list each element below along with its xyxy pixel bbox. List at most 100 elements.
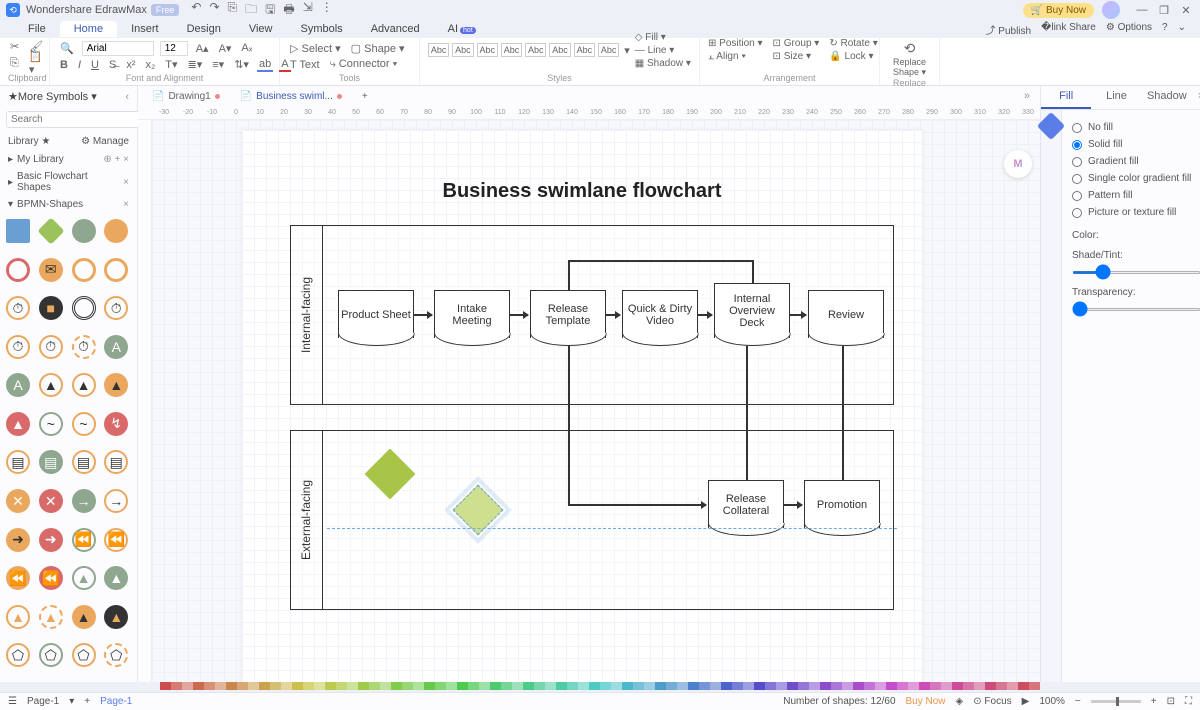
box-intake-meeting[interactable]: Intake Meeting [434,290,510,338]
buy-now-button[interactable]: 🛒 Buy Now [1023,3,1094,18]
maximize-icon[interactable]: ❐ [1156,4,1172,17]
superscript-icon[interactable]: x² [124,59,137,71]
search-font-icon[interactable]: 🔍 [58,42,76,55]
line-dropdown[interactable]: — Line ▾ [635,45,691,56]
connector[interactable] [568,504,706,506]
transparency-slider[interactable] [1072,308,1200,311]
shape-s[interactable]: ▤ [72,450,96,474]
box-release-template[interactable]: Release Template [530,290,606,338]
publish-link[interactable]: ⤴ Publish [986,22,1032,37]
connector[interactable] [568,260,570,290]
menu-symbols[interactable]: Symbols [287,21,357,37]
shape-w[interactable]: → [72,489,96,513]
presentation-icon[interactable]: ▶ [1022,696,1030,707]
box-promotion[interactable]: Promotion [804,480,880,528]
shape-ah[interactable]: ▲ [39,605,63,629]
fill-dropdown[interactable]: ◇ Fill ▾ [635,32,691,43]
shape-fill-tool-icon[interactable] [1037,112,1065,140]
shape-task[interactable]: ✉ [39,258,63,282]
box-quick-dirty[interactable]: Quick & Dirty Video [622,290,698,338]
page[interactable]: Business swimlane flowchart Internal-fac… [242,130,922,682]
shape-q[interactable]: ▤ [6,450,30,474]
bullets-icon[interactable]: ≣▾ [186,58,205,71]
shadow-dropdown[interactable]: ▦ Shadow ▾ [635,58,691,69]
close-icon[interactable]: ✕ [1178,4,1194,17]
font-size-select[interactable] [160,41,188,56]
shape-rect[interactable] [6,219,30,243]
shape-i[interactable]: A [6,373,30,397]
zoom-in-icon[interactable]: + [1151,696,1157,707]
page-list-icon[interactable]: ☰ [8,696,17,707]
help-icon[interactable]: ? [1162,22,1168,37]
tab-shadow[interactable]: Shadow [1142,86,1192,109]
tab-line[interactable]: Line [1091,86,1141,109]
zoom-value[interactable]: 100% [1039,696,1065,707]
style-preset[interactable]: Abc [428,43,449,57]
shape-d[interactable]: ⏱ [104,296,128,320]
opt-gradient-fill[interactable]: Gradient fill [1072,156,1200,167]
replace-shape-icon[interactable]: ⟲ [902,40,918,57]
shape-p[interactable]: ↯ [104,412,128,436]
shape-ak[interactable]: ⬠ [6,643,30,667]
more-icon[interactable]: ⋮ [321,0,333,21]
connector[interactable] [568,260,752,262]
align-icon[interactable]: ≡▾ [210,58,226,71]
shape-aa[interactable]: ⏪ [72,528,96,552]
save-icon[interactable]: 🖫 [265,0,275,21]
shape-an[interactable]: ⬠ [104,643,128,667]
shape-ai[interactable]: ▲ [72,605,96,629]
italic-icon[interactable]: I [76,59,83,71]
shape-ac[interactable]: ⏪ [6,566,30,590]
copy-icon[interactable]: ⎘ [8,57,21,70]
lane-label-internal[interactable]: Internal-facing [291,226,323,404]
focus-button[interactable]: ⊙ Focus [973,696,1011,707]
connector[interactable] [842,346,844,480]
shape-diamond[interactable] [37,217,64,244]
ai-assistant-icon[interactable]: M [1004,150,1032,178]
style-preset[interactable]: Abc [525,43,546,57]
shape-ag[interactable]: ▲ [6,605,30,629]
share-link[interactable]: �link Share [1041,22,1096,37]
shape-n[interactable]: ~ [39,412,63,436]
shape-j[interactable]: ▲ [39,373,63,397]
chevron-down-icon[interactable]: ⌄ [1178,22,1186,37]
connector[interactable] [698,314,712,316]
shape-f[interactable]: ⏱ [39,335,63,359]
menu-advanced[interactable]: Advanced [357,21,434,37]
opt-pattern-fill[interactable]: Pattern fill [1072,190,1200,201]
strike-icon[interactable]: S̶ [107,59,118,71]
shape-tool[interactable]: ▢ Shape ▾ [349,42,407,55]
connector[interactable] [752,260,754,283]
shape-o[interactable]: ~ [72,412,96,436]
cut-icon[interactable]: ✂ [8,40,21,53]
style-preset[interactable]: Abc [598,43,619,57]
font-name-select[interactable] [82,41,154,56]
line-height-icon[interactable]: ⇅▾ [232,58,251,71]
connector[interactable] [568,346,570,504]
new-icon[interactable]: ⎘ [228,0,238,21]
shape-ae[interactable]: ▲ [72,566,96,590]
layers-icon[interactable]: ◈ [956,696,964,707]
connector[interactable] [746,346,748,480]
lock-dropdown[interactable]: 🔒 Lock ▾ [829,51,877,62]
shape-y[interactable]: ➜ [6,528,30,552]
shape-a[interactable]: ⏱ [6,296,30,320]
size-dropdown[interactable]: ⊡ Size ▾ [773,51,820,62]
shape-m[interactable]: ▲ [6,412,30,436]
export-icon[interactable]: ⇲ [303,0,313,21]
panel-close-icon[interactable]: × [1192,86,1200,109]
shape-k[interactable]: ▲ [72,373,96,397]
rotate-dropdown[interactable]: ↻ Rotate ▾ [829,38,877,49]
shape-z[interactable]: ➜ [39,528,63,552]
replace-label-bot[interactable]: Shape ▾ [893,67,926,78]
page-dropdown-icon[interactable]: ▾ [69,696,74,707]
underline-icon[interactable]: U [89,59,101,71]
style-preset[interactable]: Abc [549,43,570,57]
open-icon[interactable]: 🗀 [245,0,257,21]
position-dropdown[interactable]: ⊞ Position ▾ [708,38,763,49]
undo-icon[interactable]: ↶ [191,0,201,21]
print-icon[interactable]: 🖶 [283,0,294,21]
minimize-icon[interactable]: — [1134,4,1150,16]
subscript-icon[interactable]: x₂ [143,59,157,71]
shape-v[interactable]: ✕ [39,489,63,513]
